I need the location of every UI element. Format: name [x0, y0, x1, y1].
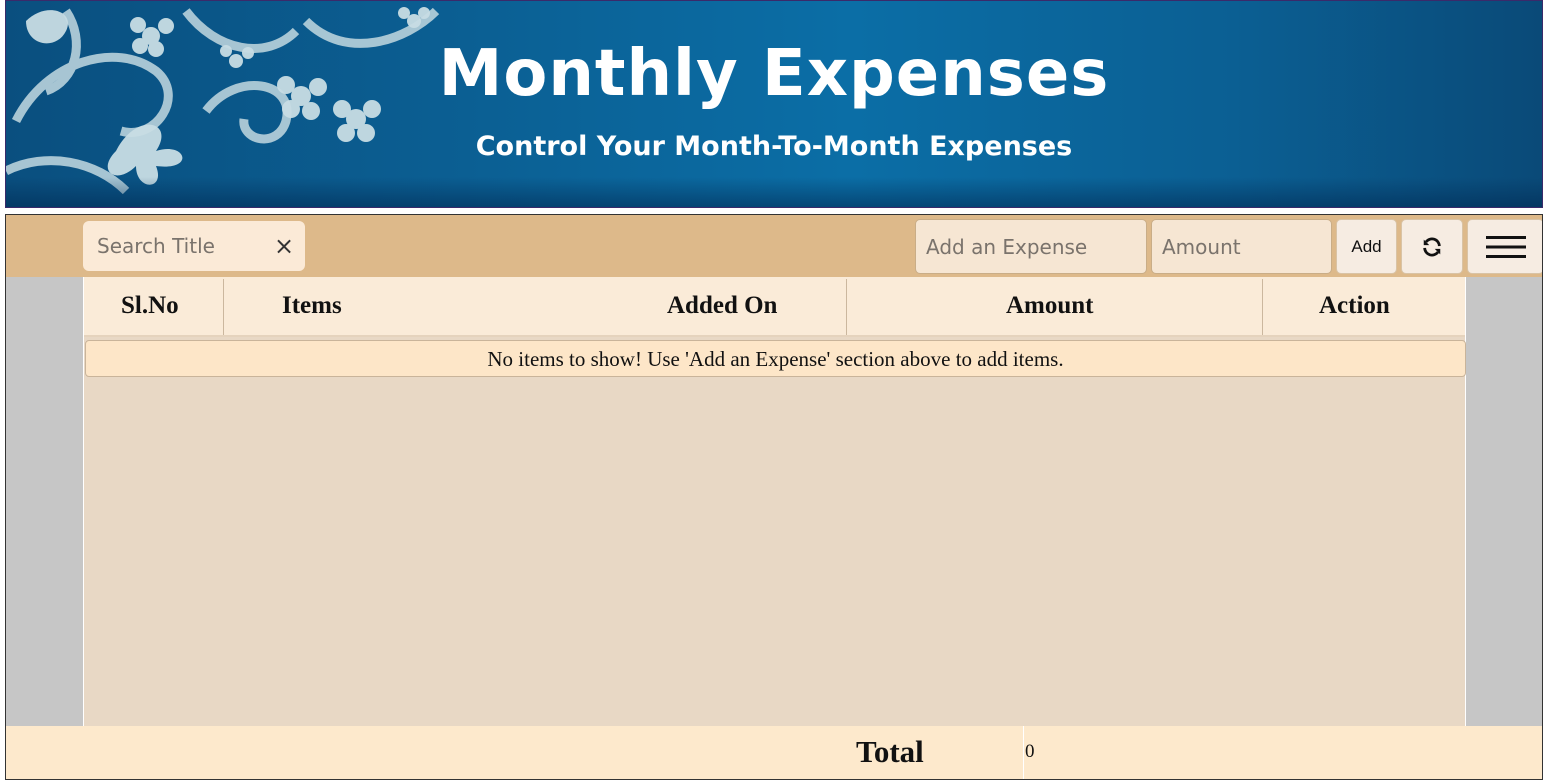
- column-header-slno[interactable]: Sl.No: [121, 277, 179, 335]
- total-label: Total: [856, 734, 924, 769]
- column-header-amount[interactable]: Amount: [1006, 277, 1094, 335]
- header-banner: Monthly Expenses Control Your Month-To-M…: [5, 0, 1543, 208]
- column-divider: [846, 279, 847, 335]
- refresh-button[interactable]: [1401, 219, 1463, 274]
- clear-search-icon[interactable]: ×: [269, 231, 299, 261]
- table-header-row: Sl.No Items Added On Amount Action: [84, 277, 1465, 337]
- hamburger-menu-icon: [1485, 235, 1526, 258]
- add-button[interactable]: Add: [1336, 219, 1397, 274]
- column-header-items[interactable]: Items: [282, 277, 342, 335]
- page-subtitle: Control Your Month-To-Month Expenses: [475, 131, 1073, 162]
- empty-state-message: No items to show! Use 'Add an Expense' s…: [85, 340, 1466, 377]
- total-divider: [1023, 726, 1024, 779]
- expenses-table: Sl.No Items Added On Amount Action No it…: [83, 277, 1466, 726]
- column-header-action[interactable]: Action: [1319, 277, 1390, 335]
- page-title: Monthly Expenses: [438, 37, 1110, 111]
- column-divider: [1262, 279, 1263, 335]
- banner-wave: [6, 177, 1542, 207]
- column-divider: [223, 279, 224, 335]
- search-title-input[interactable]: [83, 221, 263, 271]
- amount-input[interactable]: [1151, 219, 1332, 274]
- column-header-added-on[interactable]: Added On: [667, 277, 777, 335]
- total-value: 0: [1025, 741, 1035, 762]
- add-expense-input[interactable]: [915, 219, 1147, 274]
- search-box: ×: [83, 221, 305, 271]
- menu-button[interactable]: [1467, 219, 1542, 274]
- expenses-panel: × Add Sl.No Items Added On: [5, 214, 1543, 780]
- toolbar: × Add: [6, 215, 1542, 277]
- refresh-icon: [1423, 237, 1441, 256]
- total-bar: Total 0: [6, 726, 1542, 779]
